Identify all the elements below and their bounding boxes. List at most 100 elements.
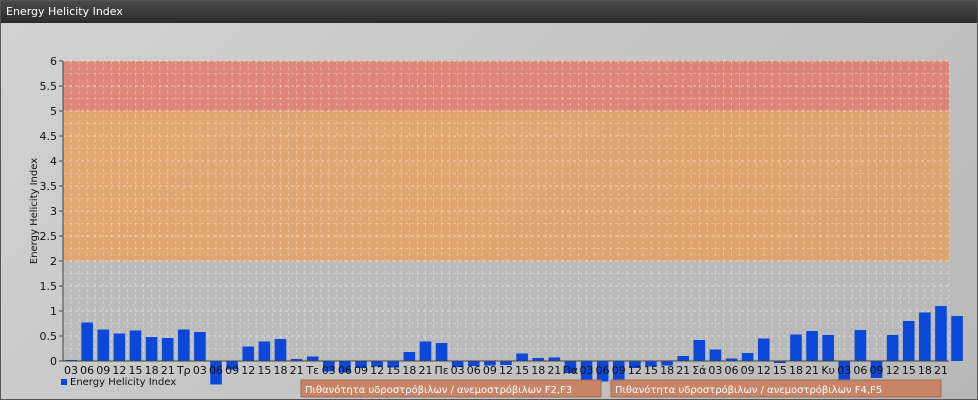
bar-18 <box>790 334 802 361</box>
bar-Τρ <box>178 329 190 361</box>
x-tick-label: 09 <box>612 364 626 377</box>
x-tick-label: 21 <box>290 364 304 377</box>
y-tick-label: 4 <box>50 155 57 168</box>
x-tick-label: Κυ <box>821 364 835 377</box>
bar-18 <box>274 339 287 361</box>
bar-Κυ <box>822 335 834 361</box>
x-tick-label: Σά <box>692 364 706 377</box>
x-tick-label: 06 <box>338 364 352 377</box>
bar-18 <box>919 312 931 361</box>
band-label-2: Πιθανότητα υδροστρόβιλων / ανεμοστρόβιλω… <box>615 384 882 396</box>
x-tick-label: 12 <box>628 364 642 377</box>
bar-Σά <box>693 340 706 361</box>
bar-06 <box>854 330 867 361</box>
x-tick-label: 06 <box>596 364 610 377</box>
bar-09 <box>741 353 754 361</box>
x-tick-label: 03 <box>322 364 336 377</box>
x-tick-label: 09 <box>354 364 368 377</box>
bar-12 <box>886 335 899 361</box>
x-tick-label: 12 <box>499 364 513 377</box>
window-title: Energy Helicity Index <box>1 1 977 23</box>
chart-window: Energy Helicity Index 0 0.5 1 1.5 2 2.5 3 3.5 4 4… <box>0 0 978 400</box>
x-tick-label: 06 <box>467 364 481 377</box>
plot-panel: 0 0.5 1 1.5 2 2.5 3 3.5 4 4.5 5 5.5 6 03 06 09 12 15 18 21 Τ… <box>1 23 977 399</box>
bar-21 <box>419 341 432 361</box>
x-tick-label: 12 <box>370 364 384 377</box>
bar-Τε <box>306 356 319 361</box>
bar-21 <box>161 338 174 361</box>
x-tick-label: 12 <box>241 364 255 377</box>
x-tick-label: 18 <box>531 364 545 377</box>
legend-label: Energy Helicity Index <box>70 377 176 388</box>
y-tick-label: 6 <box>50 55 57 68</box>
x-tick-label: 06 <box>209 364 223 377</box>
x-tick-label: 21 <box>418 364 432 377</box>
y-tick-label: 3.5 <box>40 180 58 193</box>
x-tick-label: 18 <box>918 364 932 377</box>
x-tick-label: 18 <box>145 364 159 377</box>
x-tick-label: 15 <box>644 364 658 377</box>
x-tick-label: 18 <box>402 364 416 377</box>
bar-15 <box>129 330 142 361</box>
x-tick-label: 18 <box>789 364 803 377</box>
bar-03 <box>194 332 206 361</box>
x-tick-label: 12 <box>886 364 900 377</box>
x-tick-label: 09 <box>741 364 755 377</box>
x-tick-label: 15 <box>128 364 142 377</box>
x-tick-label: 03 <box>837 364 851 377</box>
x-tick-label: 18 <box>273 364 287 377</box>
bar-21 <box>548 357 561 361</box>
y-tick-label: 2.5 <box>40 230 58 243</box>
x-tick-label: 21 <box>676 364 690 377</box>
bar-12 <box>113 333 126 361</box>
x-tick-label: 09 <box>96 364 110 377</box>
bar-21 <box>935 306 947 361</box>
x-tick-label: 21 <box>161 364 175 377</box>
x-tick-label: 15 <box>902 364 916 377</box>
x-tick-label: 03 <box>193 364 207 377</box>
y-tick-label: 0 <box>50 355 57 368</box>
x-tick-label: Τε <box>305 364 319 377</box>
bar-12 <box>757 338 770 361</box>
y-tick-label: 2 <box>50 255 57 268</box>
y-tick-label: 1.5 <box>40 280 58 293</box>
x-tick-label: 21 <box>547 364 561 377</box>
x-tick-label: 18 <box>660 364 674 377</box>
x-tick-label: 03 <box>451 364 465 377</box>
x-tick-label: Πα <box>563 364 579 377</box>
bar-15 <box>902 321 915 361</box>
x-tick-label: 03 <box>64 364 78 377</box>
bar-undefined <box>951 316 963 361</box>
bar-18 <box>145 337 158 361</box>
x-tick-label: 06 <box>80 364 94 377</box>
legend-swatch <box>61 379 67 385</box>
y-tick-label: 4.5 <box>40 130 58 143</box>
x-tick-label: 09 <box>870 364 884 377</box>
x-tick-label: 15 <box>515 364 529 377</box>
bar-09 <box>97 329 110 361</box>
y-tick-label: 5.5 <box>40 80 58 93</box>
x-tick-label: 15 <box>257 364 271 377</box>
bar-15 <box>258 341 271 361</box>
y-tick-label: 5 <box>50 105 57 118</box>
x-tick-label: 21 <box>805 364 819 377</box>
y-tick-label: 0.5 <box>40 330 58 343</box>
x-tick-label: 15 <box>773 364 787 377</box>
x-tick-label: 03 <box>580 364 594 377</box>
x-tick-label: Πε <box>434 364 448 377</box>
bar-12 <box>242 346 255 361</box>
x-tick-label: 06 <box>853 364 867 377</box>
x-tick-label: 09 <box>483 364 497 377</box>
ehi-chart: 00.511.522.533.544.555.5603 06 09 12 15 18 21 Τ… <box>29 55 963 398</box>
bar-Πε <box>435 343 448 361</box>
x-tick-label: 15 <box>386 364 400 377</box>
x-tick-label: 12 <box>757 364 771 377</box>
x-tick-label: 12 <box>112 364 126 377</box>
y-tick-label: 3 <box>50 205 57 218</box>
x-tick-label: 21 <box>934 364 948 377</box>
x-tick-label: 03 <box>708 364 722 377</box>
bar-03 <box>709 349 722 361</box>
bar-21 <box>806 331 818 361</box>
x-tick-label: 09 <box>225 364 239 377</box>
y-tick-label: 1 <box>50 305 57 318</box>
